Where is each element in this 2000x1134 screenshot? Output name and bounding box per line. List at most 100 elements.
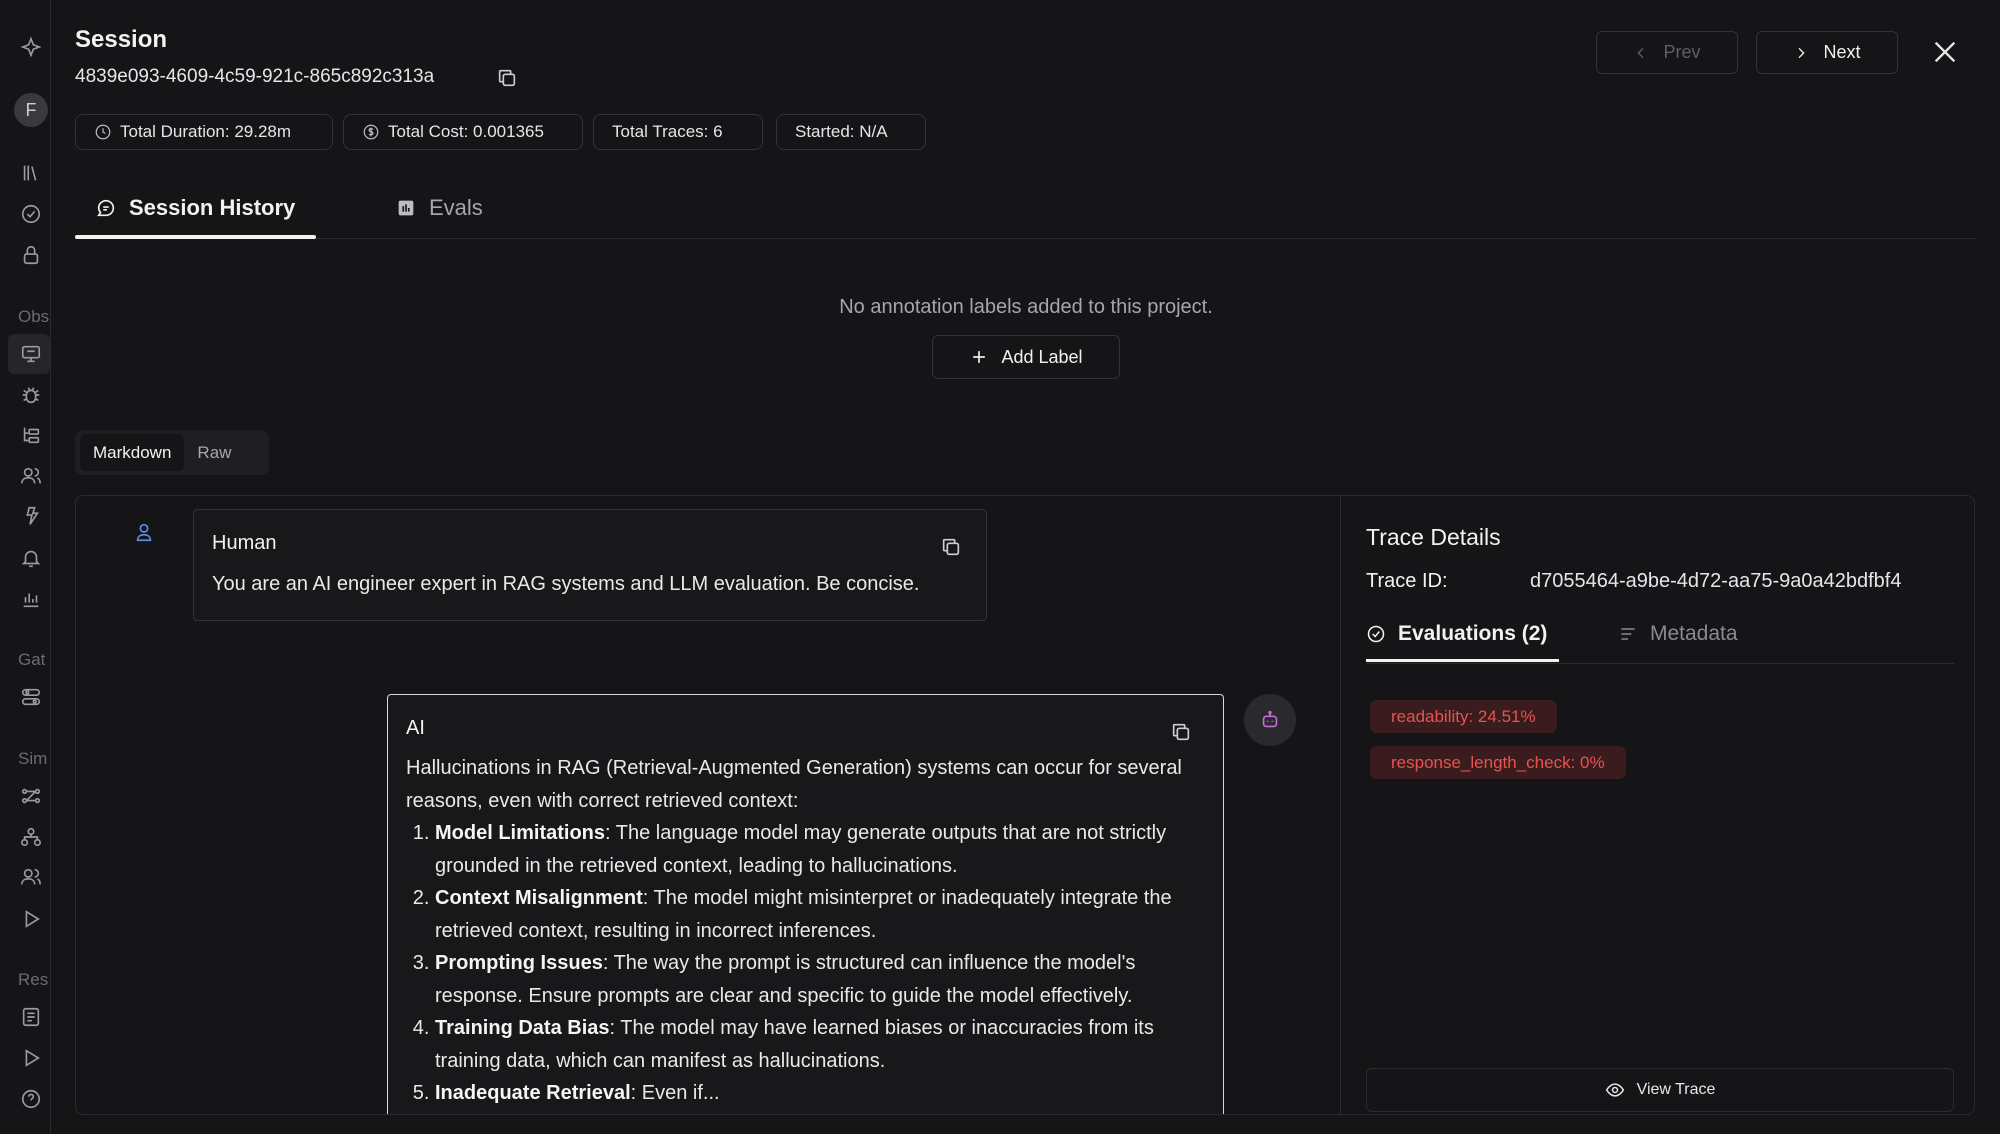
close-icon[interactable] (1929, 36, 1961, 68)
users-icon[interactable] (18, 463, 44, 489)
help-icon[interactable] (18, 1086, 44, 1112)
chevron-right-icon (1799, 47, 1806, 58)
markdown-toggle[interactable]: Markdown (80, 434, 185, 471)
sidebar: F Obs Gat Sim Res (0, 0, 51, 1134)
tab-evals[interactable]: Evals (395, 178, 483, 238)
list-icon[interactable] (18, 1004, 44, 1030)
copy-icon[interactable] (1170, 721, 1192, 743)
logo-icon[interactable] (18, 34, 44, 60)
bug-icon[interactable] (18, 382, 44, 408)
chevron-left-icon (1637, 47, 1644, 58)
lines-icon (1621, 628, 1635, 640)
list-item-title: Model Limitations (435, 822, 605, 844)
clock-icon (95, 124, 111, 140)
session-tabs: Session History Evals (75, 178, 1975, 239)
raw-toggle[interactable]: Raw (184, 434, 244, 471)
session-drawer: Session 4839e093-4609-4c59-921c-865c892c… (52, 0, 2000, 1134)
add-label-text: Add Label (1001, 346, 1083, 367)
tab-session-history[interactable]: Session History (95, 178, 295, 238)
next-button[interactable]: Next (1756, 31, 1898, 74)
chat-pane: Human You are an AI engineer expert in R… (76, 496, 1341, 1114)
trace-tab-underline (1366, 659, 1559, 662)
dollar-icon (363, 124, 379, 140)
org-icon[interactable] (18, 824, 44, 850)
total-traces-text: Total Traces: 6 (612, 122, 723, 141)
play-icon[interactable] (18, 906, 44, 932)
library-icon[interactable] (18, 160, 44, 186)
tab-active-underline (75, 235, 316, 239)
list-item-text: : Even if... (630, 1082, 720, 1104)
copy-icon[interactable] (940, 536, 962, 558)
users-icon[interactable] (18, 864, 44, 890)
no-annotations-text: No annotation labels added to this proje… (839, 296, 1213, 318)
list-item: Prompting Issues: The way the prompt is … (435, 947, 1206, 1012)
copy-icon[interactable] (496, 67, 518, 89)
list-item-title: Training Data Bias (435, 1017, 610, 1039)
chart-icon (398, 200, 414, 216)
sparkle-icon[interactable] (18, 503, 44, 529)
list-item: Context Misalignment: The model might mi… (435, 882, 1206, 947)
trace-tabs: Evaluations (2) Metadata (1366, 608, 1954, 664)
check-circle-icon (1367, 625, 1385, 643)
avatar-initial: F (25, 99, 37, 120)
check-circle-icon[interactable] (18, 201, 44, 227)
sidebar-section-res: Res (18, 970, 49, 989)
play-icon[interactable] (18, 1045, 44, 1071)
tree-icon[interactable] (18, 422, 44, 448)
started-chip: Started: N/A (776, 114, 926, 150)
robot-icon (1244, 694, 1296, 746)
total-duration-text: Total Duration: 29.28m (120, 122, 292, 141)
eye-icon (1605, 1083, 1624, 1097)
tab-evals-label: Evals (429, 195, 483, 220)
plus-icon (973, 351, 986, 363)
tab-metadata-label: Metadata (1650, 622, 1738, 645)
human-message-text: You are an AI engineer expert in RAG sys… (212, 573, 920, 595)
trace-id-value: d7055464-a9be-4d72-aa75-9a0a42bdfbf4 (1530, 570, 1902, 592)
total-cost-text: Total Cost: 0.001365 (388, 122, 544, 141)
user-icon (133, 521, 155, 548)
sidebar-section-gat: Gat (18, 650, 46, 669)
tab-evaluations[interactable]: Evaluations (2) (1366, 608, 1547, 660)
bell-icon[interactable] (18, 545, 44, 571)
sidebar-section-sim: Sim (18, 749, 48, 768)
conversation-panel: Human You are an AI engineer expert in R… (75, 495, 1975, 1115)
tab-metadata[interactable]: Metadata (1618, 608, 1738, 660)
monitor-icon[interactable] (18, 341, 44, 367)
view-trace-label: View Trace (1636, 1081, 1716, 1098)
list-item: Model Limitations: The language model ma… (435, 817, 1206, 882)
bar-chart-icon[interactable] (18, 586, 44, 612)
started-text: Started: N/A (795, 122, 888, 141)
list-item-title: Prompting Issues (435, 952, 603, 974)
human-message: Human You are an AI engineer expert in R… (193, 509, 987, 621)
human-role-label: Human (212, 532, 277, 554)
list-item: Inadequate Retrieval: Even if... (435, 1077, 1206, 1110)
list-item-title: Context Misalignment (435, 887, 643, 909)
next-label: Next (1823, 42, 1861, 62)
ai-intro-text: Hallucinations in RAG (Retrieval-Augment… (406, 757, 1182, 812)
ai-message: AI Hallucinations in RAG (Retrieval-Augm… (387, 694, 1224, 1114)
add-label-button[interactable]: Add Label (932, 335, 1120, 379)
total-cost-chip: Total Cost: 0.001365 (343, 114, 583, 150)
prev-button[interactable]: Prev (1596, 31, 1738, 74)
tab-evaluations-label: Evaluations (2) (1398, 622, 1548, 645)
chat-icon (97, 199, 115, 217)
sliders-icon[interactable] (18, 684, 44, 710)
total-duration-chip: Total Duration: 29.28m (75, 114, 333, 150)
list-item-title: Inadequate Retrieval (435, 1082, 631, 1104)
tab-session-history-label: Session History (129, 195, 296, 220)
lock-icon[interactable] (18, 242, 44, 268)
view-trace-button[interactable]: View Trace (1366, 1068, 1954, 1112)
avatar[interactable]: F (14, 93, 48, 127)
session-id: 4839e093-4609-4c59-921c-865c892c313a (75, 66, 435, 87)
trace-details-title: Trace Details (1366, 524, 1501, 550)
ai-message-body: Hallucinations in RAG (Retrieval-Augment… (406, 752, 1206, 1110)
prev-label: Prev (1663, 42, 1701, 62)
eval-badge-readability: readability: 24.51% (1370, 700, 1557, 733)
page-title: Session (75, 26, 168, 53)
view-mode-toggle: Markdown Raw (75, 430, 269, 475)
trace-details-pane: Trace Details Trace ID: d7055464-a9be-4d… (1342, 496, 1974, 1114)
total-traces-chip: Total Traces: 6 (593, 114, 763, 150)
sidebar-section-obs: Obs (18, 307, 50, 326)
flow-icon[interactable] (18, 783, 44, 809)
list-item: Training Data Bias: The model may have l… (435, 1012, 1206, 1077)
